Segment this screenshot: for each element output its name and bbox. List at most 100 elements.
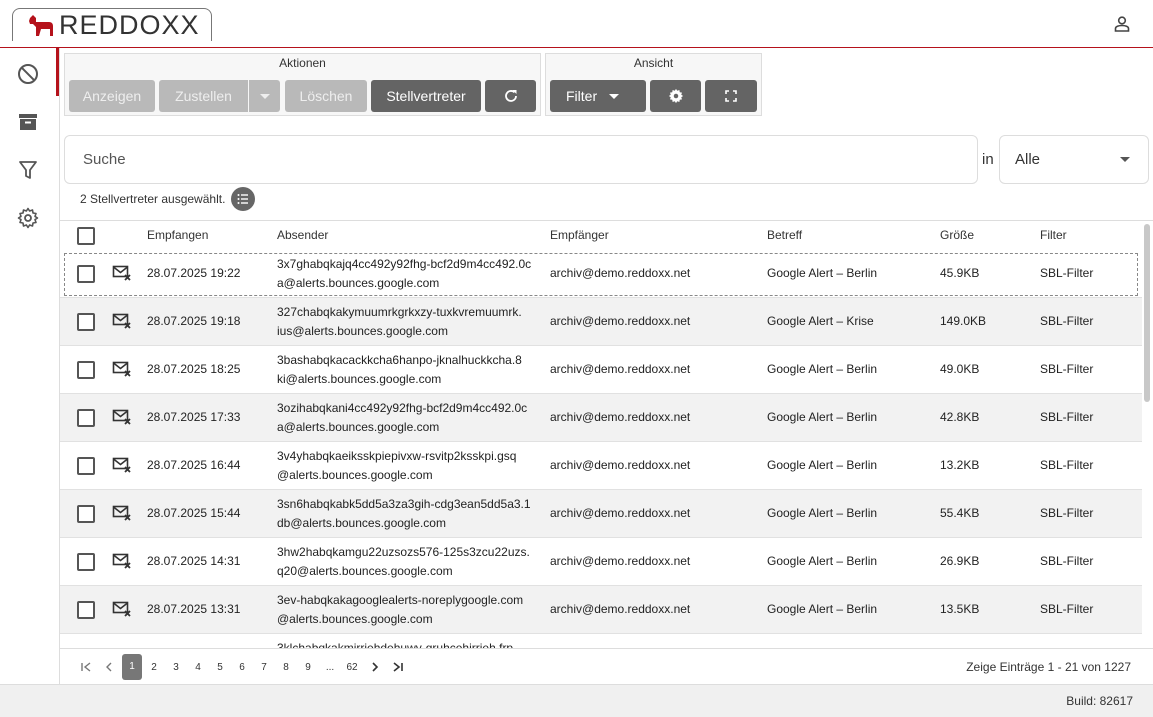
cell-sender-line1: 3x7ghabqkajq4cc492y92fhg-bcf2d9m4cc492.0…	[277, 257, 532, 271]
brand-logo[interactable]: REDDOXX	[12, 8, 212, 41]
user-account-icon[interactable]	[1113, 15, 1131, 33]
cell-received: 28.07.2025 14:31	[147, 554, 241, 568]
delete-button[interactable]: Löschen	[285, 80, 367, 112]
search-input[interactable]	[81, 150, 977, 169]
page-number[interactable]: 5	[211, 662, 229, 673]
cell-filter: SBL-Filter	[1040, 554, 1094, 568]
cell-sender-line1: 3hw2habqkamgu22uzsozs576-125s3zcu22uzs.	[277, 545, 530, 559]
page-number[interactable]: 62	[343, 662, 361, 673]
view-group-title: Ansicht	[633, 56, 674, 70]
cell-subject: Google Alert – Berlin	[767, 554, 878, 568]
row-checkbox[interactable]	[77, 505, 95, 523]
blocked-mail-icon	[112, 312, 132, 330]
refresh-button[interactable]	[485, 80, 536, 112]
cell-filter: SBL-Filter	[1040, 506, 1094, 520]
last-page-icon[interactable]	[391, 660, 405, 674]
page-number[interactable]: 4	[189, 662, 207, 673]
cell-sender: 3bashabqkacackkcha6hanpo-jknalhuckkcha.8…	[277, 351, 539, 389]
cell-sender: 3sn6habqkabk5dd5a3za3gih-cdg3ean5dd5a3.1…	[277, 495, 539, 533]
row-checkbox[interactable]	[77, 457, 95, 475]
header-sender[interactable]: Absender	[277, 228, 328, 242]
page-number[interactable]: 2	[145, 662, 163, 673]
cell-subject: Google Alert – Berlin	[767, 458, 878, 472]
table-row[interactable]: 28.07.2025 17:33 3ozihabqkani4cc492y92fhg…	[60, 394, 1142, 442]
first-page-icon[interactable]	[79, 660, 93, 674]
table-row[interactable]: 28.07.2025 19:22 3x7ghabqkajq4cc492y92fhg…	[60, 250, 1142, 298]
page-number[interactable]: 6	[233, 662, 251, 673]
search-in-label: in	[982, 151, 994, 168]
page-number[interactable]: 7	[255, 662, 273, 673]
page-number[interactable]: 3	[167, 662, 185, 673]
cell-sender-line1: 3sn6habqkabk5dd5a3za3gih-cdg3ean5dd5a3.1	[277, 497, 531, 511]
search-field[interactable]	[64, 135, 978, 184]
selection-info: 2 Stellvertreter ausgewählt.	[80, 192, 226, 206]
page-ellipsis: ...	[325, 662, 335, 673]
view-group: Ansicht Filter	[545, 53, 762, 116]
filter-icon[interactable]	[16, 158, 40, 182]
cell-size: 149.0KB	[940, 314, 987, 328]
row-checkbox[interactable]	[77, 409, 95, 427]
fullscreen-button[interactable]	[705, 80, 757, 112]
header-recipient[interactable]: Empfänger	[550, 228, 609, 242]
view-settings-button[interactable]	[650, 80, 701, 112]
cell-size: 13.2KB	[940, 458, 980, 472]
cell-sender-line2: q20@alerts.bounces.google.com	[277, 564, 453, 578]
pagination: 1 2 3 4 5 6 7 8 9... 62 Zeige Einträge 1 - 21 von…	[60, 648, 1153, 684]
archive-icon[interactable]	[16, 110, 40, 134]
table-row[interactable]: 28.07.2025 18:25 3bashabqkacackkcha6hanpo…	[60, 346, 1142, 394]
page-number[interactable]: 9	[299, 662, 317, 673]
page-number[interactable]: 8	[277, 662, 295, 673]
blocked-mail-icon	[112, 456, 132, 474]
gear-icon	[668, 88, 683, 104]
row-checkbox[interactable]	[77, 361, 95, 379]
cell-filter: SBL-Filter	[1040, 362, 1094, 376]
selection-list-button[interactable]	[231, 187, 255, 211]
blocked-mail-icon	[112, 360, 132, 378]
deliver-dropdown-button[interactable]	[249, 80, 280, 112]
show-button[interactable]: Anzeigen	[69, 80, 155, 112]
row-checkbox[interactable]	[77, 553, 95, 571]
cell-sender: 3x7ghabqkajq4cc492y92fhg-bcf2d9m4cc492.0…	[277, 255, 539, 293]
cell-sender: 3v4yhabqkaeiksskpiepivxw-rsvitp2ksskpi.g…	[277, 447, 539, 485]
header-filter[interactable]: Filter	[1040, 228, 1067, 242]
cell-filter: SBL-Filter	[1040, 410, 1094, 424]
footer: Build: 82617	[0, 684, 1153, 717]
fullscreen-icon	[725, 90, 737, 102]
table-row[interactable]: 28.07.2025 13:31 3ev-habqkakagooglealerts…	[60, 586, 1142, 634]
cell-sender-line1: 3klchabqkakmirriehdehuwy-gruhcehirrieh.f…	[277, 641, 514, 648]
caret-down-icon	[609, 94, 620, 99]
cell-sender-line2: a@alerts.bounces.google.com	[277, 420, 440, 434]
header-size[interactable]: Größe	[940, 228, 974, 242]
cell-size: 13.5KB	[940, 602, 980, 616]
cell-sender: 3klchabqkakmirriehdehuwy-gruhcehirrieh.f…	[277, 639, 539, 648]
row-checkbox[interactable]	[77, 601, 95, 619]
deliver-button[interactable]: Zustellen	[159, 80, 248, 112]
select-all-checkbox[interactable]	[77, 227, 95, 245]
filter-dropdown-button[interactable]: Filter	[550, 80, 646, 112]
table-row[interactable]: 28.07.2025 15:44 3sn6habqkabk5dd5a3za3gih…	[60, 490, 1142, 538]
cell-subject: Google Alert – Berlin	[767, 266, 878, 280]
header-received[interactable]: Empfangen	[147, 228, 208, 242]
messages-table: Empfangen Absender Empfänger Betreff Grö…	[60, 220, 1153, 648]
table-row[interactable]: 3klchabqkakmirriehdehuwy-gruhcehirrieh.f…	[60, 634, 1142, 648]
table-row[interactable]: 28.07.2025 19:18 327chabqkakymuumrkgrkxzy…	[60, 298, 1142, 346]
table-row[interactable]: 28.07.2025 14:31 3hw2habqkamgu22uzsozs576…	[60, 538, 1142, 586]
table-scrollbar[interactable]	[1144, 224, 1150, 402]
deputy-button[interactable]: Stellvertreter	[371, 80, 481, 112]
cell-filter: SBL-Filter	[1040, 602, 1094, 616]
page-number[interactable]: 1	[122, 654, 142, 680]
cell-filter: SBL-Filter	[1040, 314, 1094, 328]
settings-gear-icon[interactable]	[16, 206, 40, 230]
search-scope-select[interactable]: Alle	[999, 135, 1149, 184]
brand-name: REDDOXX	[59, 9, 200, 40]
cell-received: 28.07.2025 16:44	[147, 458, 241, 472]
refresh-icon	[504, 90, 517, 102]
header-subject[interactable]: Betreff	[767, 228, 802, 242]
previous-page-icon[interactable]	[102, 660, 116, 674]
table-row[interactable]: 28.07.2025 16:44 3v4yhabqkaeiksskpiepivxw…	[60, 442, 1142, 490]
cell-received: 28.07.2025 19:22	[147, 266, 241, 280]
next-page-icon[interactable]	[368, 660, 382, 674]
row-checkbox[interactable]	[77, 313, 95, 331]
block-icon[interactable]	[16, 62, 40, 86]
row-checkbox[interactable]	[77, 265, 95, 283]
